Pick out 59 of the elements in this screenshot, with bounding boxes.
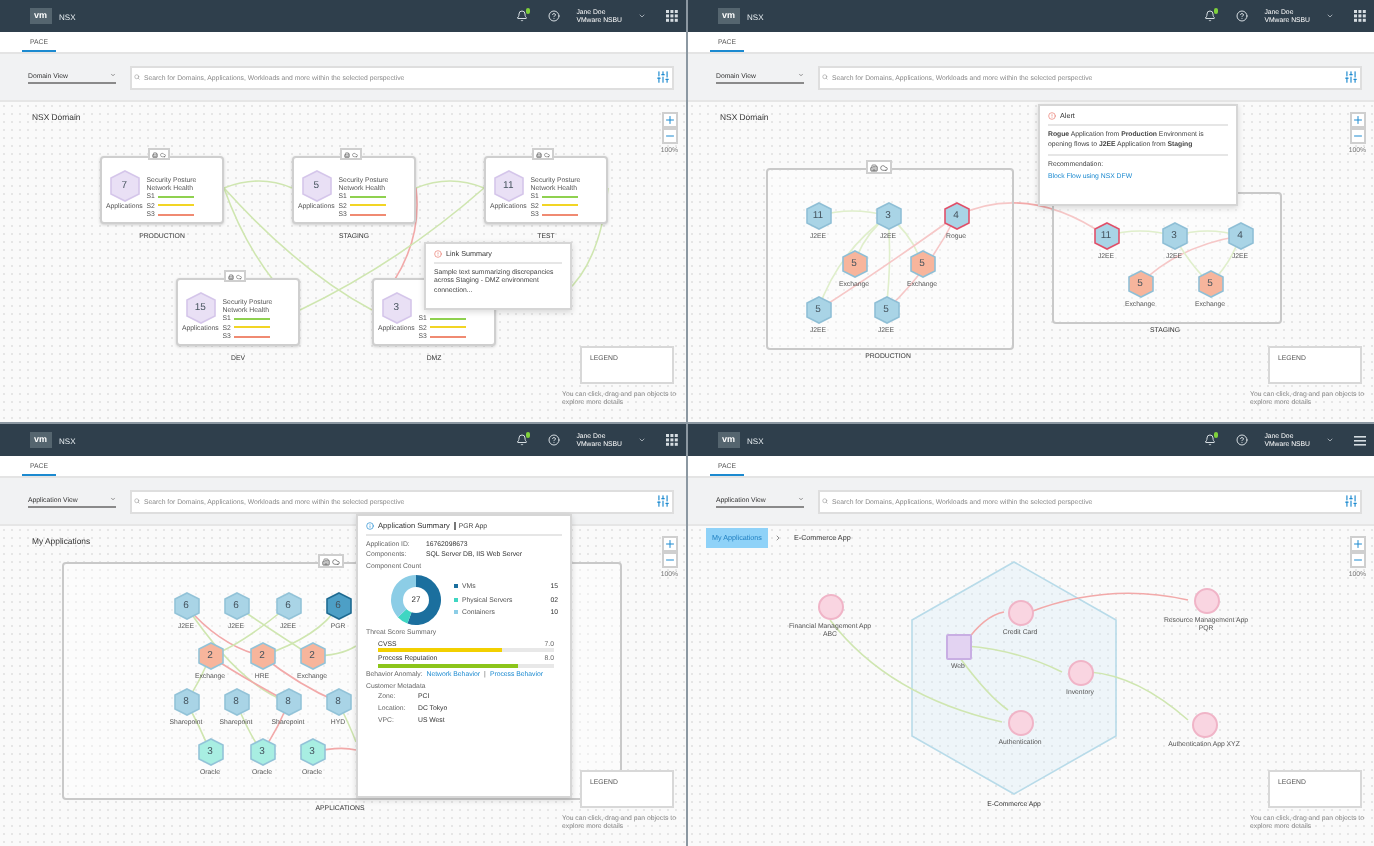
service-node[interactable] <box>1007 709 1033 735</box>
cloud-icon[interactable] <box>880 163 888 171</box>
alert-icon <box>1048 112 1056 120</box>
cloud-icon[interactable] <box>544 151 550 157</box>
bell-icon[interactable] <box>516 10 529 22</box>
building-icon[interactable] <box>152 151 158 157</box>
service-node[interactable] <box>1191 711 1217 737</box>
zoom-out-button[interactable] <box>661 128 678 144</box>
filter-icon[interactable] <box>656 494 670 508</box>
building-icon[interactable] <box>536 151 542 157</box>
alert-icon <box>434 250 442 258</box>
service-node[interactable] <box>1193 587 1219 613</box>
help-icon[interactable] <box>548 434 561 446</box>
plus-icon <box>1351 114 1364 126</box>
cloud-icon[interactable] <box>352 151 358 157</box>
zoom-out-button[interactable] <box>661 552 678 568</box>
workload-node[interactable] <box>945 633 971 659</box>
help-icon[interactable] <box>548 10 561 22</box>
cloud-icon[interactable] <box>332 557 340 565</box>
minus-icon <box>663 130 676 142</box>
service-node[interactable] <box>1007 599 1033 625</box>
info-icon <box>366 522 374 531</box>
help-icon[interactable] <box>1236 434 1249 446</box>
search-icon <box>822 497 828 503</box>
service-node[interactable] <box>1067 659 1093 685</box>
plus-icon <box>663 538 676 550</box>
zoom-in-button[interactable] <box>1349 112 1366 128</box>
building-icon[interactable] <box>322 557 330 565</box>
service-node[interactable] <box>817 593 843 619</box>
zoom-in-button[interactable] <box>1349 536 1366 552</box>
plus-icon <box>663 114 676 126</box>
bell-icon[interactable] <box>1204 10 1217 22</box>
donut-drawing <box>390 573 442 626</box>
minus-icon <box>1351 130 1364 142</box>
help-icon[interactable] <box>1236 10 1249 22</box>
zoom-out-button[interactable] <box>1349 128 1366 144</box>
bell-icon[interactable] <box>1204 434 1217 446</box>
filter-icon[interactable] <box>1344 494 1358 508</box>
menu-icon[interactable] <box>1354 435 1366 445</box>
building-icon[interactable] <box>228 273 234 279</box>
zoom-out-button[interactable] <box>1349 552 1366 568</box>
filter-icon[interactable] <box>656 70 670 84</box>
building-icon[interactable] <box>344 151 350 157</box>
bell-icon[interactable] <box>516 434 529 446</box>
zoom-in-button[interactable] <box>661 112 678 128</box>
zoom-in-button[interactable] <box>661 536 678 552</box>
minus-icon <box>663 554 676 566</box>
cloud-icon[interactable] <box>160 151 166 157</box>
filter-icon[interactable] <box>1344 70 1358 84</box>
plus-icon <box>1351 538 1364 550</box>
minus-icon <box>1351 554 1364 566</box>
search-icon <box>134 73 140 79</box>
apps-grid-icon[interactable] <box>666 434 678 446</box>
building-icon[interactable] <box>870 163 878 171</box>
apps-grid-icon[interactable] <box>666 10 678 22</box>
search-icon <box>134 497 140 503</box>
apps-grid-icon[interactable] <box>1354 10 1366 22</box>
search-icon <box>822 73 828 79</box>
cloud-icon[interactable] <box>236 273 242 279</box>
